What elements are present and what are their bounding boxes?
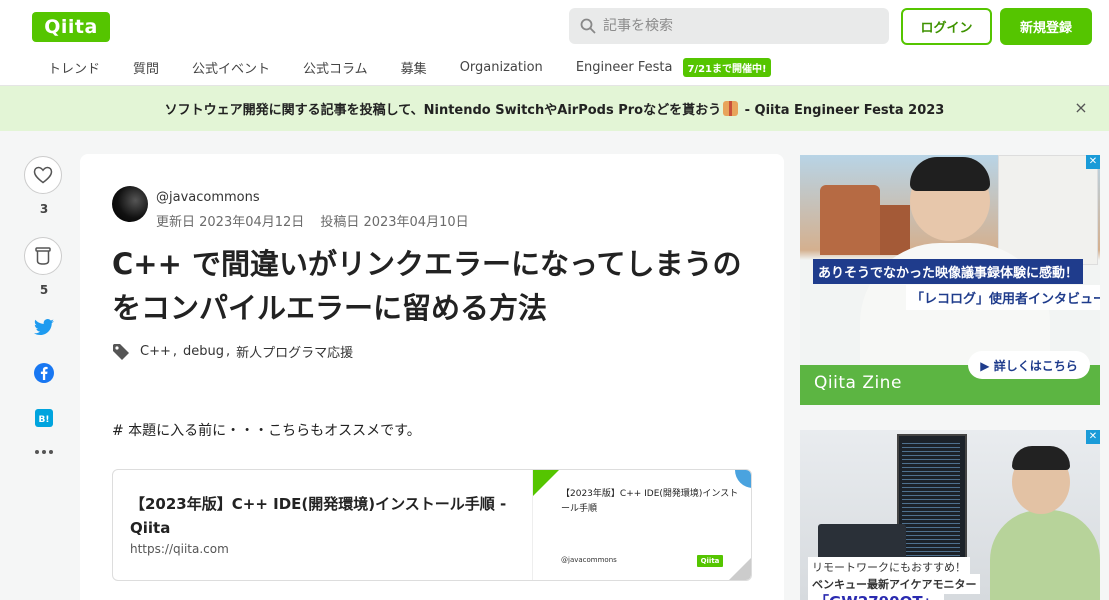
link-card-url: https://qiita.com [130,542,229,556]
nav-trend[interactable]: トレンド [48,58,100,77]
facebook-share[interactable] [24,362,64,384]
ad-caption: 「レコログ」使用者インタビュー [906,285,1100,310]
link-card-thumbnail: 【2023年版】C++ IDE(開発環境)インストール手順 @javacommo… [532,470,751,580]
ad-close-icon[interactable]: ✕ [1086,430,1100,444]
article-title: C++ で間違いがリンクエラーになってしまうのをコンパイルエラーに留める方法 [112,247,742,325]
article-card: @javacommons 更新日 2023年04月12日 投稿日 2023年04月… [80,154,784,600]
thumb-corner-gray [727,556,751,580]
link-card-title: 【2023年版】C++ IDE(開発環境)インストール手順 - Qiita [130,495,507,537]
article-actions: 3 5 B! [24,156,64,455]
search-box[interactable] [569,8,889,44]
author-avatar[interactable] [112,186,148,222]
ad-photo-rock [820,185,880,255]
facebook-icon [34,363,54,383]
tag-separator: , [172,344,178,359]
nav-recruit[interactable]: 募集 [401,58,427,77]
promo-banner[interactable]: ソフトウェア開発に関する記事を投稿して、Nintendo SwitchやAirP… [0,86,1109,131]
hatena-bookmark-icon: B! [35,409,53,427]
like-count: 3 [39,202,49,216]
qiita-zine-logo: Qiita Zine [814,373,902,393]
nav-engineer-festa[interactable]: Engineer Festa [576,60,673,75]
thumb-title: 【2023年版】C++ IDE(開発環境)インストール手順 [561,489,739,514]
ad-more-button[interactable]: ▶ 詳しくはこちら [968,351,1090,379]
tag-separator: , [226,344,231,359]
hatena-share[interactable]: B! [24,409,64,427]
gift-icon [723,101,739,116]
posted-date: 投稿日 2023年04月10日 [320,215,469,230]
tag-list: C++, debug, 新人プログラマ応援 [112,342,355,361]
search-input[interactable] [603,18,873,34]
ad-photo-hair [1012,446,1070,470]
tag-icon [113,343,129,360]
ad-close-icon[interactable]: ✕ [1086,155,1100,169]
updated-date: 更新日 2023年04月12日 [156,215,305,230]
thumb-qiita-logo: Qiita [697,555,723,567]
stock-button[interactable] [24,237,62,275]
login-button[interactable]: ログイン [901,8,992,45]
ad-photo-rock [880,205,910,255]
thumb-corner-green [533,470,559,496]
article-dates: 更新日 2023年04月12日 投稿日 2023年04月10日 [156,211,469,230]
ad-photo-sign [998,155,1098,265]
banner-close-button[interactable]: × [1072,98,1090,118]
search-icon [579,17,597,35]
article-paragraph: # 本題に入る前に・・・こちらもオススメです。 [112,423,421,439]
festa-badge: 7/21まで開催中! [683,57,771,77]
ad-caption: ありそうでなかった映像議事録体験に感動！ [813,259,1084,284]
twitter-icon [34,319,54,336]
link-card[interactable]: 【2023年版】C++ IDE(開発環境)インストール手順 - Qiita ht… [112,469,752,581]
signup-button[interactable]: 新規登録 [1000,8,1092,45]
thumb-user: @javacommons [561,556,617,564]
main-nav: トレンド 質問 公式イベント 公式コラム 募集 Organization Eng… [48,56,771,78]
tag-newbie[interactable]: 新人プログラマ応援 [236,342,353,361]
nav-organization[interactable]: Organization [460,60,543,75]
qiita-logo[interactable]: Qiita [32,12,110,42]
nav-official-columns[interactable]: 公式コラム [303,58,368,77]
thumb-corner-blue [735,470,751,488]
ad-photo-person [990,510,1100,600]
banner-text: ソフトウェア開発に関する記事を投稿して、Nintendo SwitchやAirP… [164,101,945,118]
heart-icon [33,166,53,184]
more-icon [35,450,53,454]
site-header: Qiita ログイン 新規登録 トレンド 質問 公式イベント 公式コラム 募集 … [0,0,1109,86]
stock-count: 5 [39,283,49,297]
like-button[interactable] [24,156,62,194]
ad-banner-zine[interactable]: ありそうでなかった映像議事録体験に感動！ 「レコログ」使用者インタビュー Qii… [800,155,1100,405]
tag-debug[interactable]: debug [183,344,224,359]
ad-caption: 「GW2790QT」 [808,591,944,600]
author-username[interactable]: @javacommons [156,190,260,205]
stock-icon [35,247,51,265]
more-options-button[interactable] [24,449,64,455]
nav-official-events[interactable]: 公式イベント [192,58,270,77]
nav-questions[interactable]: 質問 [133,58,159,77]
ad-photo-hair [910,157,990,191]
twitter-share[interactable] [24,319,64,337]
tag-cpp[interactable]: C++ [140,344,171,359]
ad-photo-code [902,440,960,558]
ad-banner-monitor[interactable]: リモートワークにもおすすめ！ ベンキュー最新アイケアモニター 「GW2790QT… [800,430,1100,600]
svg-text:B!: B! [39,415,50,425]
